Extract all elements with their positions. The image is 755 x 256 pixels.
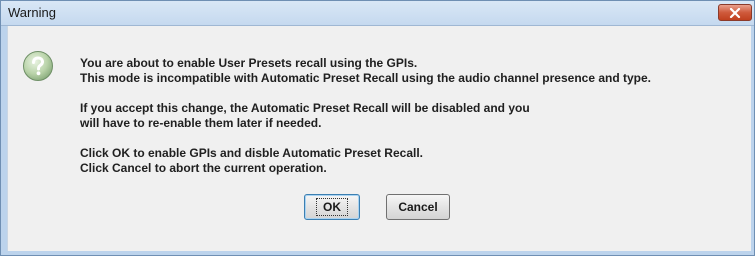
message-line: Click Cancel to abort the current operat… [80,161,327,175]
dialog-body: You are about to enable User Presets rec… [7,26,751,251]
message-line: This mode is incompatible with Automatic… [80,71,652,85]
question-icon [23,51,53,81]
message-line: Click OK to enable GPIs and disble Autom… [80,146,423,160]
warning-message: You are about to enable User Presets rec… [80,56,651,176]
close-button[interactable] [718,4,752,21]
title-bar[interactable]: Warning [1,1,754,26]
message-line: If you accept this change, the Automatic… [80,101,530,115]
ok-button[interactable]: OK [304,194,360,220]
message-line: You are about to enable User Presets rec… [80,56,418,70]
warning-dialog: Warning You are about to enable User Pre… [0,0,755,256]
message-line: will have to re-enable them later if nee… [80,116,322,130]
cancel-button[interactable]: Cancel [386,194,450,220]
close-icon [729,7,741,18]
dialog-title: Warning [8,5,56,20]
ok-button-label: OK [316,198,348,216]
